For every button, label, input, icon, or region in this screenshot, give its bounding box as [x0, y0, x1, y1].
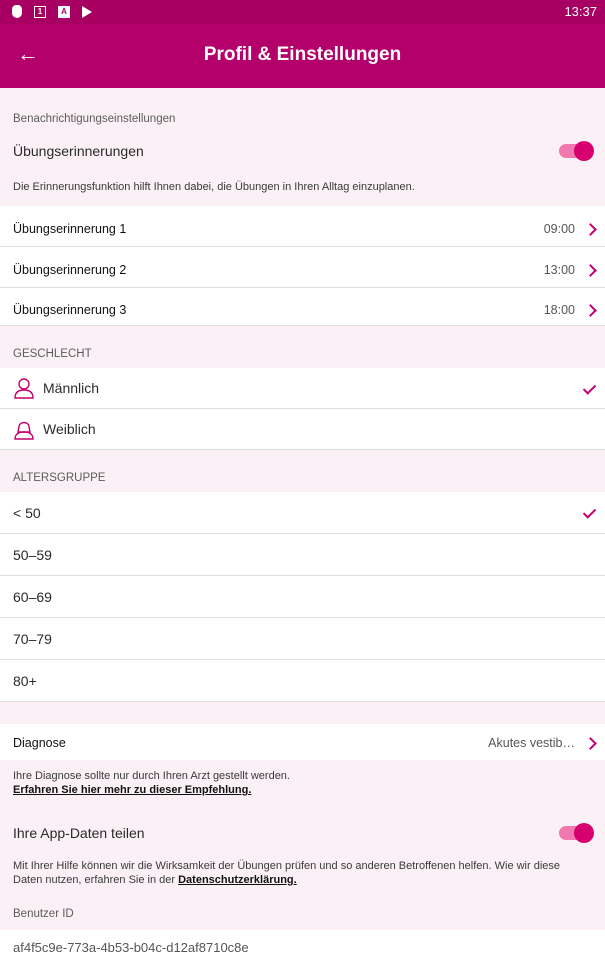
user-id-header: Benutzer ID [0, 896, 605, 930]
age-option-row[interactable]: 60–69 [0, 576, 605, 618]
checkmark-icon [582, 505, 597, 519]
notifications-section-header: Benachrichtigungseinstellungen [0, 88, 605, 138]
diagnosis-hint: Ihre Diagnose sollte nur durch Ihren Arz… [13, 770, 290, 782]
diagnosis-learn-more-link[interactable]: Erfahren Sie hier mehr zu dieser Empfehl… [13, 783, 290, 797]
age-option-label: < 50 [13, 505, 41, 521]
gender-option-female[interactable]: Weiblich [0, 409, 605, 450]
calendar-icon: 1 [34, 5, 46, 18]
toggle-knob [574, 141, 594, 161]
toggle-knob [574, 823, 594, 843]
reminders-toggle-label: Übungserinnerungen [13, 143, 144, 159]
age-option-label: 70–79 [13, 631, 52, 647]
user-id-value: af4f5c9e-773a-4b53-b04c-d12af8710c8e [13, 940, 249, 955]
gender-option-male[interactable]: Männlich [0, 368, 605, 409]
share-hint-row: Mit Ihrer Hilfe können wir die Wirksamke… [0, 854, 605, 896]
reminder-label: Übungserinnerung 3 [13, 303, 127, 317]
gender-option-label: Männlich [43, 380, 100, 396]
user-id-row: af4f5c9e-773a-4b53-b04c-d12af8710c8e [0, 930, 605, 962]
reminder-row-1[interactable]: Übungserinnerung 1 09:00 [0, 206, 605, 247]
section-label-gender: GESCHLECHT [13, 348, 92, 360]
age-section-header: ALTERSGRUPPE [0, 450, 605, 492]
share-data-label: Ihre App-Daten teilen [13, 825, 145, 841]
chevron-right-icon [584, 304, 597, 317]
diagnosis-value: Akutes vestib… [488, 736, 575, 750]
section-label-age: ALTERSGRUPPE [13, 472, 106, 484]
notification-app-icon: A [58, 5, 70, 18]
chevron-right-icon [584, 737, 597, 750]
reminder-time: 09:00 [543, 222, 575, 236]
diagnosis-hint-block: Ihre Diagnose sollte nur durch Ihren Arz… [0, 769, 303, 797]
diagnosis-row[interactable]: Diagnose Akutes vestib… [0, 724, 605, 760]
share-hint-block: Mit Ihrer Hilfe können wir die Wirksamke… [0, 859, 605, 887]
page-title: Profil & Einstellungen [203, 44, 402, 65]
reminders-hint-row: Die Erinnerungsfunktion hilft Ihnen dabe… [0, 170, 605, 206]
age-option-label: 50–59 [13, 547, 52, 563]
diagnosis-hint-row: Ihre Diagnose sollte nur durch Ihren Arz… [0, 760, 605, 814]
share-data-row[interactable]: Ihre App-Daten teilen [0, 814, 605, 854]
privacy-policy-link[interactable]: Datenschutzerklärung. [178, 874, 297, 886]
diagnosis-label: Diagnose [13, 736, 66, 750]
age-option-row[interactable]: 50–59 [0, 534, 605, 576]
age-option-row[interactable]: 80+ [0, 660, 605, 702]
shield-icon [12, 5, 22, 18]
checkmark-icon [582, 381, 597, 395]
age-option-row[interactable]: 70–79 [0, 618, 605, 660]
section-label-notifications: Benachrichtigungseinstellungen [13, 113, 176, 125]
play-store-icon [82, 5, 92, 18]
reminders-hint: Die Erinnerungsfunktion hilft Ihnen dabe… [13, 181, 415, 193]
age-option-label: 60–69 [13, 589, 52, 605]
gender-section-header: GESCHLECHT [0, 326, 605, 368]
reminder-time: 18:00 [543, 303, 575, 317]
reminders-toggle-row[interactable]: Übungserinnerungen [0, 132, 605, 170]
age-option-label: 80+ [13, 673, 37, 689]
reminder-time: 13:00 [543, 263, 575, 277]
status-icons: 1 A [12, 5, 92, 18]
user-id-label: Benutzer ID [13, 908, 74, 920]
spacer [0, 702, 605, 724]
age-option-row[interactable]: < 50 [0, 492, 605, 534]
reminder-label: Übungserinnerung 2 [13, 263, 127, 277]
app-bar: ← Profil & Einstellungen [0, 24, 605, 88]
reminders-toggle[interactable] [559, 141, 594, 161]
link-text[interactable]: Erfahren Sie hier mehr zu dieser Empfehl… [13, 784, 251, 796]
chevron-right-icon [584, 223, 597, 236]
reminder-label: Übungserinnerung 1 [13, 222, 127, 236]
status-time: 13:37 [564, 4, 597, 19]
status-bar: 1 A 13:37 [0, 0, 605, 24]
chevron-right-icon [584, 264, 597, 277]
share-data-toggle[interactable] [559, 823, 594, 843]
gender-option-label: Weiblich [43, 421, 96, 437]
reminder-row-3[interactable]: Übungserinnerung 3 18:00 [0, 288, 605, 326]
reminder-row-2[interactable]: Übungserinnerung 2 13:00 [0, 247, 605, 288]
